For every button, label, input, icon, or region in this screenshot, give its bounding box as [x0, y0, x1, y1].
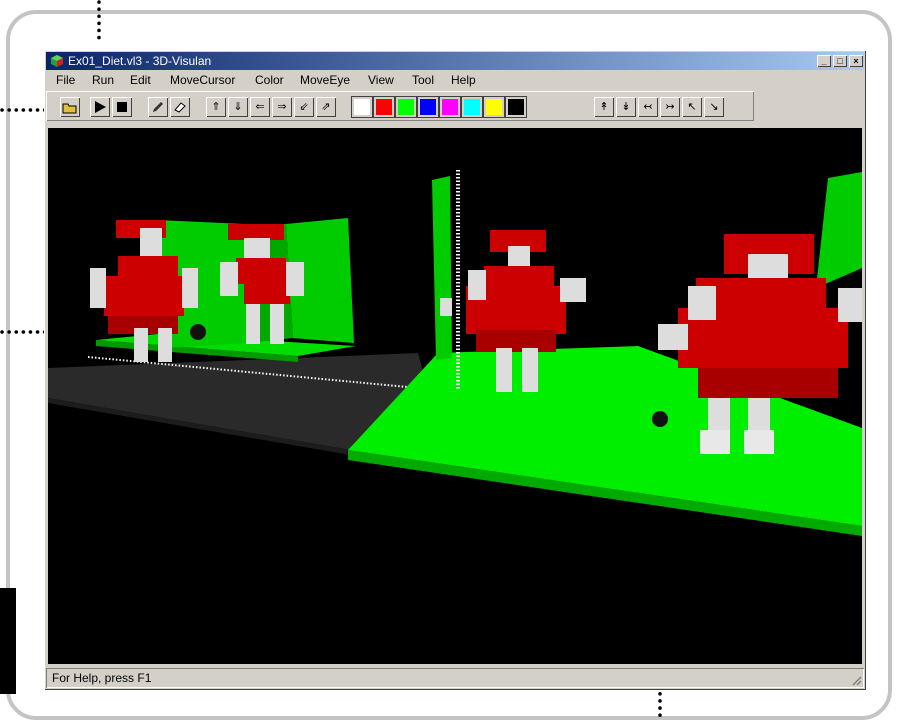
status-text: For Help, press F1 — [52, 671, 152, 685]
app-window: Ex01_Diet.vl3 - 3D-Visulan _ □ × File Ru… — [44, 50, 866, 690]
resize-grip-icon[interactable] — [850, 674, 862, 686]
callout-markers — [190, 324, 668, 427]
status-bar: For Help, press F1 — [46, 668, 864, 688]
